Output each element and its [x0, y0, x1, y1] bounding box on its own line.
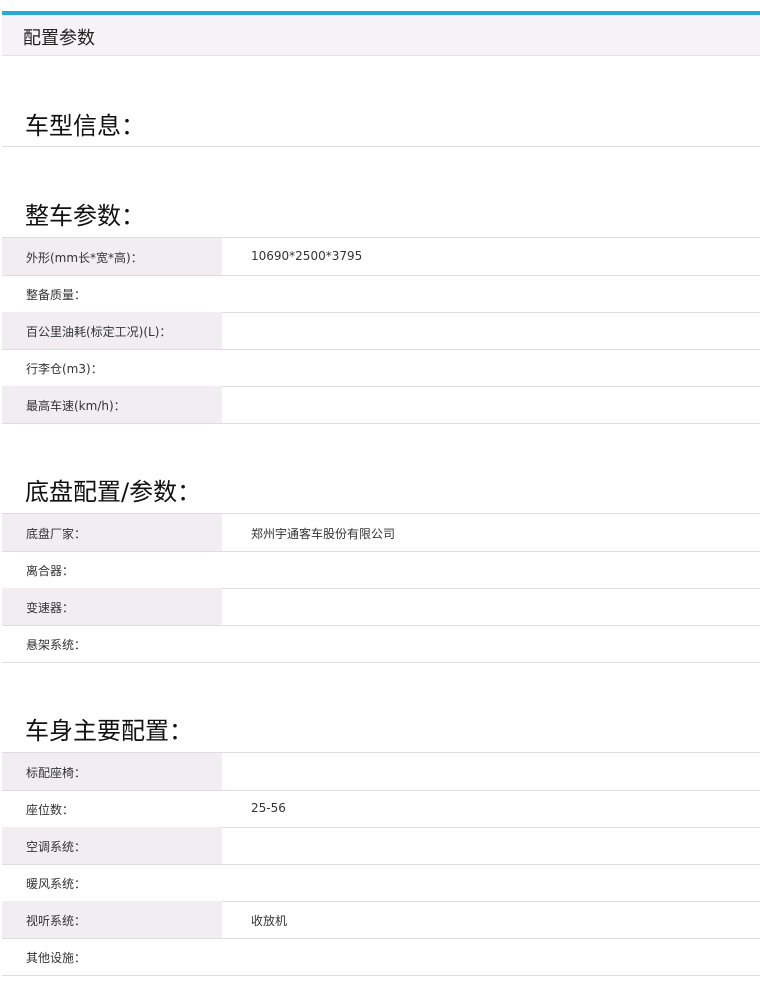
row-label: 座位数： — [26, 803, 75, 817]
row-label: 标配座椅： — [26, 766, 87, 780]
row-label: 行李仓(m3)： — [26, 362, 103, 376]
section-title: 车型信息： — [25, 112, 145, 140]
panel-header: 配置参数 — [2, 15, 760, 56]
row-label: 百公里油耗(标定工况)(L)： — [26, 325, 172, 339]
row-value: 25-56 — [251, 801, 286, 815]
table-row: 其他设施： — [2, 938, 760, 976]
row-label: 其他设施： — [26, 951, 87, 965]
table-row: 暖风系统： — [2, 864, 760, 902]
section-title: 车身主要配置： — [25, 717, 193, 745]
row-label: 最高车速(km/h)： — [26, 399, 126, 413]
row-label: 暖风系统： — [26, 877, 87, 891]
row-label: 视听系统： — [26, 914, 87, 928]
config-page: 配置参数 车型信息： 整车参数： 外形(mm长*宽*高)： 10690*2500… — [0, 0, 760, 994]
row-value: 郑州宇通客车股份有限公司 — [251, 527, 396, 541]
table-row: 标配座椅： — [2, 753, 760, 791]
table-row: 百公里油耗(标定工况)(L)： — [2, 312, 760, 350]
table-row: 变速器： — [2, 588, 760, 626]
row-label: 离合器： — [26, 564, 75, 578]
table-row: 底盘厂家： 郑州宇通客车股份有限公司 — [2, 514, 760, 552]
row-value: 收放机 — [251, 914, 288, 928]
section-divider — [2, 146, 760, 147]
row-label: 外形(mm长*宽*高)： — [26, 251, 143, 265]
table-row: 视听系统： 收放机 — [2, 901, 760, 939]
table-row: 座位数： 25-56 — [2, 790, 760, 828]
row-label: 整备质量： — [26, 288, 87, 302]
row-value: 10690*2500*3795 — [251, 249, 363, 263]
row-label: 空调系统： — [26, 840, 87, 854]
row-label: 底盘厂家： — [26, 527, 87, 541]
row-label: 悬架系统： — [26, 638, 87, 652]
panel-title: 配置参数 — [23, 28, 95, 49]
table-row: 空调系统： — [2, 827, 760, 865]
table-row: 离合器： — [2, 551, 760, 589]
table-row: 悬架系统： — [2, 625, 760, 663]
table-row: 外形(mm长*宽*高)： 10690*2500*3795 — [2, 238, 760, 276]
row-label: 变速器： — [26, 601, 75, 615]
section-title: 整车参数： — [25, 202, 145, 230]
table-row: 行李仓(m3)： — [2, 349, 760, 387]
section-title: 底盘配置/参数： — [25, 478, 202, 506]
table-row: 整备质量： — [2, 275, 760, 313]
table-row: 最高车速(km/h)： — [2, 386, 760, 424]
